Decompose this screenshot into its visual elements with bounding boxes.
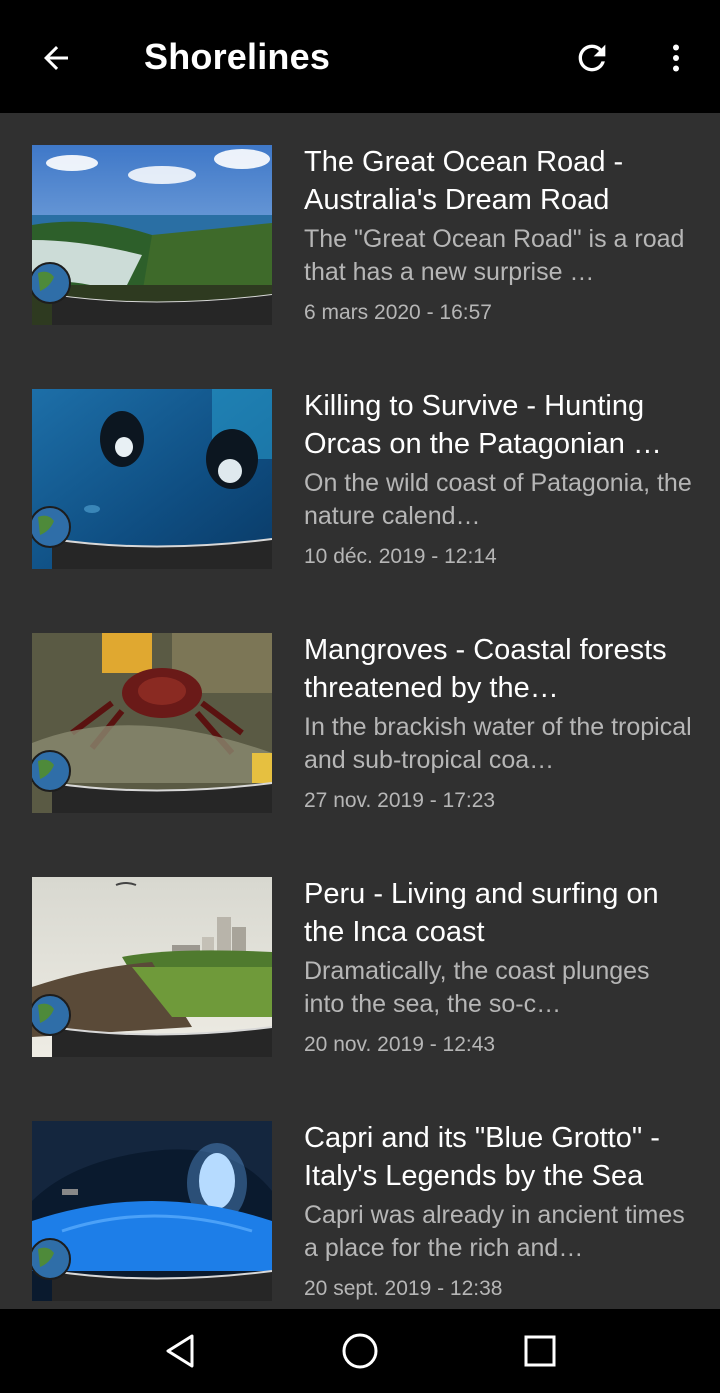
item-description: Dramatically, the coast plunges into the… bbox=[304, 957, 650, 1018]
item-date: 6 mars 2020 - 16:57 bbox=[304, 301, 492, 324]
nav-home-icon bbox=[342, 1333, 378, 1369]
list-item[interactable]: Peru - Living and surfing on the Inca co… bbox=[0, 845, 720, 1089]
list-item[interactable]: The Great Ocean Road - Australia's Dream… bbox=[0, 113, 720, 357]
video-thumbnail bbox=[32, 145, 272, 325]
system-navigation-bar bbox=[0, 1309, 720, 1393]
more-options-button[interactable] bbox=[646, 28, 706, 88]
item-description: Capri was already in ancient times a pla… bbox=[304, 1201, 685, 1262]
arrow-back-icon bbox=[44, 46, 68, 70]
item-title: Capri and its "Blue Grotto" - Italy's Le… bbox=[304, 1122, 660, 1192]
video-thumbnail bbox=[32, 389, 272, 569]
refresh-button[interactable] bbox=[562, 28, 622, 88]
list-item[interactable]: Mangroves - Coastal forests threatened b… bbox=[0, 601, 720, 845]
item-description: The "Great Ocean Road" is a road that ha… bbox=[304, 225, 685, 286]
nav-recents-button[interactable] bbox=[500, 1321, 580, 1381]
video-thumbnail bbox=[32, 1121, 272, 1301]
item-title: The Great Ocean Road - Australia's Dream… bbox=[304, 146, 624, 216]
item-title: Killing to Survive - Hunting Orcas on th… bbox=[304, 390, 662, 460]
list-item[interactable]: Capri and its "Blue Grotto" - Italy's Le… bbox=[0, 1089, 720, 1309]
list-item[interactable]: Killing to Survive - Hunting Orcas on th… bbox=[0, 357, 720, 601]
more-vert-icon bbox=[673, 44, 679, 72]
back-button[interactable] bbox=[26, 28, 86, 88]
nav-home-button[interactable] bbox=[320, 1321, 400, 1381]
page-title: Shorelines bbox=[144, 36, 331, 77]
item-title: Peru - Living and surfing on the Inca co… bbox=[304, 878, 659, 948]
video-thumbnail bbox=[32, 633, 272, 813]
item-date: 20 nov. 2019 - 12:43 bbox=[304, 1033, 496, 1056]
refresh-icon bbox=[578, 44, 606, 72]
item-date: 10 déc. 2019 - 12:14 bbox=[304, 545, 497, 568]
nav-back-button[interactable] bbox=[140, 1321, 220, 1381]
app-bar: Shorelines bbox=[0, 0, 720, 113]
video-thumbnail bbox=[32, 877, 272, 1057]
nav-recents-icon bbox=[524, 1335, 556, 1367]
nav-back-icon bbox=[166, 1334, 194, 1368]
item-description: In the brackish water of the tropical an… bbox=[304, 713, 692, 774]
video-list[interactable]: The Great Ocean Road - Australia's Dream… bbox=[0, 113, 720, 1309]
item-description: On the wild coast of Patagonia, the natu… bbox=[304, 469, 692, 530]
item-date: 20 sept. 2019 - 12:38 bbox=[304, 1277, 503, 1300]
item-title: Mangroves - Coastal forests threatened b… bbox=[304, 634, 667, 704]
item-date: 27 nov. 2019 - 17:23 bbox=[304, 789, 496, 812]
